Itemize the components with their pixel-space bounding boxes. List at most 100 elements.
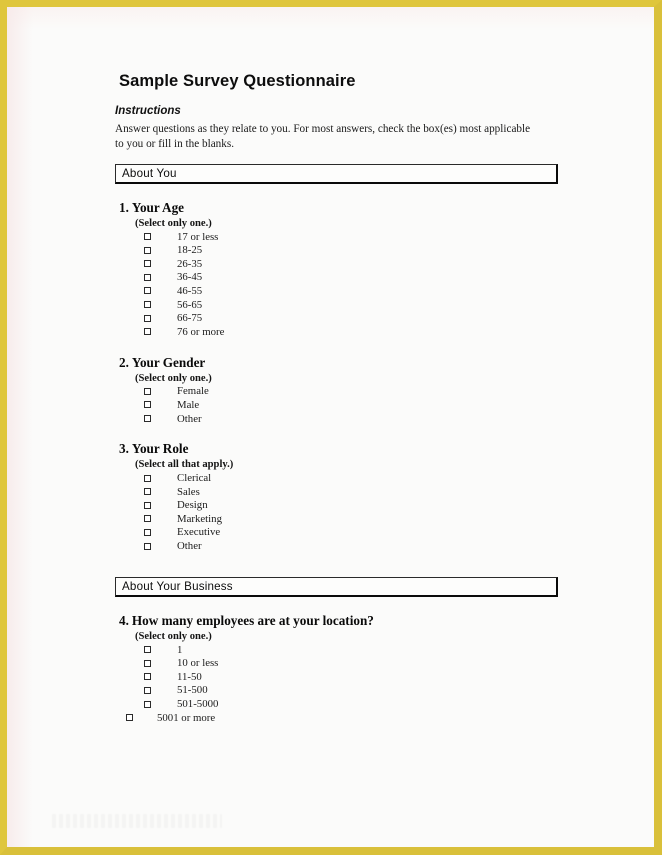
checkbox-icon[interactable] xyxy=(144,387,151,395)
question-2-title: 2. Your Gender xyxy=(119,355,565,371)
option-label: 501-5000 xyxy=(177,698,219,711)
section-header-about-you: About You xyxy=(115,163,558,184)
option-label: Executive xyxy=(177,526,221,539)
checkbox-icon[interactable] xyxy=(144,501,151,509)
option-label: 76 or more xyxy=(177,325,225,338)
checkbox-icon[interactable] xyxy=(144,686,151,694)
option-label: Male xyxy=(177,398,200,411)
option-label: 18-25 xyxy=(177,244,203,257)
option-row[interactable]: 66-75 xyxy=(113,311,565,325)
option-row[interactable]: 46-55 xyxy=(113,284,565,298)
option-label: Other xyxy=(177,540,202,553)
checkbox-icon[interactable] xyxy=(144,260,151,268)
question-3: 3. Your Role (Select all that apply.) Cle… xyxy=(113,441,565,553)
option-row[interactable]: 17 or less xyxy=(113,230,565,244)
checkbox-icon[interactable] xyxy=(144,700,151,708)
option-label: 1 xyxy=(177,643,183,656)
checkbox-icon[interactable] xyxy=(144,301,151,309)
question-4-options: 1 10 or less 11-50 51-500 501-5000 5001 … xyxy=(113,643,565,725)
option-label: Marketing xyxy=(177,512,222,525)
question-4: 4. How many employees are at your locatio… xyxy=(113,613,565,725)
checkbox-icon[interactable] xyxy=(126,714,133,722)
question-1-number: 1. xyxy=(119,199,129,215)
option-row[interactable]: 5001 or more xyxy=(113,711,565,725)
page-frame: Sample Survey Questionnaire Instructions… xyxy=(0,0,662,855)
checkbox-icon[interactable] xyxy=(144,646,151,654)
option-row[interactable]: Executive xyxy=(113,526,565,540)
question-4-hint: (Select only one.) xyxy=(135,630,212,642)
checkbox-icon[interactable] xyxy=(144,287,151,295)
question-4-number: 4. xyxy=(119,612,129,628)
option-row[interactable]: Other xyxy=(113,412,565,426)
option-row[interactable]: 18-25 xyxy=(113,243,565,257)
option-row[interactable]: 26-35 xyxy=(113,257,565,271)
document-body: Sample Survey Questionnaire Instructions… xyxy=(113,72,565,724)
checkbox-icon[interactable] xyxy=(144,328,151,336)
checkbox-icon[interactable] xyxy=(144,314,151,322)
option-row[interactable]: Female xyxy=(113,385,565,399)
option-label: Clerical xyxy=(177,472,212,485)
option-row[interactable]: Marketing xyxy=(113,512,565,526)
option-label: 36-45 xyxy=(177,271,203,284)
option-row[interactable]: Sales xyxy=(113,485,565,499)
option-row[interactable]: 1 xyxy=(113,643,565,657)
option-label: Sales xyxy=(177,485,200,498)
option-row[interactable]: Other xyxy=(113,539,565,553)
option-label: 56-65 xyxy=(177,298,203,311)
option-label: Female xyxy=(177,385,209,398)
option-label: 66-75 xyxy=(177,312,203,325)
question-1: 1. Your Age (Select only one.) 17 or less… xyxy=(113,200,565,339)
option-row[interactable]: 76 or more xyxy=(113,325,565,339)
checkbox-icon[interactable] xyxy=(144,246,151,254)
checkbox-icon[interactable] xyxy=(144,515,151,523)
question-3-hint: (Select all that apply.) xyxy=(135,459,234,471)
question-3-title: 3. Your Role xyxy=(119,441,565,457)
instructions-text: Answer questions as they relate to you. … xyxy=(115,123,531,150)
checkbox-icon[interactable] xyxy=(144,659,151,667)
instructions-heading: Instructions xyxy=(115,105,181,117)
option-row[interactable]: 501-5000 xyxy=(113,697,565,711)
option-label: Other xyxy=(177,412,202,425)
question-1-title: 1. Your Age xyxy=(119,200,565,216)
question-2: 2. Your Gender (Select only one.) Female … xyxy=(113,355,565,426)
option-label: 5001 or more xyxy=(157,711,216,724)
option-label: 11-50 xyxy=(177,670,202,683)
question-2-options: Female Male Other xyxy=(113,385,565,426)
question-4-title: 4. How many employees are at your locatio… xyxy=(119,613,565,629)
question-3-number: 3. xyxy=(119,441,129,457)
option-row[interactable]: 36-45 xyxy=(113,271,565,285)
watermark-smudge xyxy=(52,814,222,828)
question-2-text: Your Gender xyxy=(131,354,206,370)
checkbox-icon[interactable] xyxy=(144,673,151,681)
option-label: 26-35 xyxy=(177,257,203,270)
option-row[interactable]: 56-65 xyxy=(113,298,565,312)
option-row[interactable]: Male xyxy=(113,398,565,412)
checkbox-icon[interactable] xyxy=(144,488,151,496)
option-label: 46-55 xyxy=(177,284,203,297)
option-row[interactable]: Design xyxy=(113,499,565,513)
question-4-text: How many employees are at your location? xyxy=(131,612,374,628)
option-row[interactable]: Clerical xyxy=(113,471,565,485)
document-sheet: Sample Survey Questionnaire Instructions… xyxy=(14,14,661,854)
checkbox-icon[interactable] xyxy=(144,233,151,241)
option-row[interactable]: 51-500 xyxy=(113,684,565,698)
question-2-number: 2. xyxy=(119,354,129,370)
checkbox-icon[interactable] xyxy=(144,415,151,423)
question-1-text: Your Age xyxy=(131,199,185,215)
checkbox-icon[interactable] xyxy=(144,542,151,550)
checkbox-icon[interactable] xyxy=(144,528,151,536)
page-title: Sample Survey Questionnaire xyxy=(119,72,356,90)
section-header-about-your-business: About Your Business xyxy=(115,576,558,597)
checkbox-icon[interactable] xyxy=(144,474,151,482)
checkbox-icon[interactable] xyxy=(144,273,151,281)
option-row[interactable]: 11-50 xyxy=(113,670,565,684)
question-3-text: Your Role xyxy=(131,441,189,457)
question-1-hint: (Select only one.) xyxy=(135,217,212,229)
option-label: 10 or less xyxy=(177,657,219,670)
question-2-hint: (Select only one.) xyxy=(135,372,212,384)
option-row[interactable]: 10 or less xyxy=(113,656,565,670)
checkbox-icon[interactable] xyxy=(144,401,151,409)
option-label: 17 or less xyxy=(177,230,219,243)
option-label: 51-500 xyxy=(177,684,208,697)
